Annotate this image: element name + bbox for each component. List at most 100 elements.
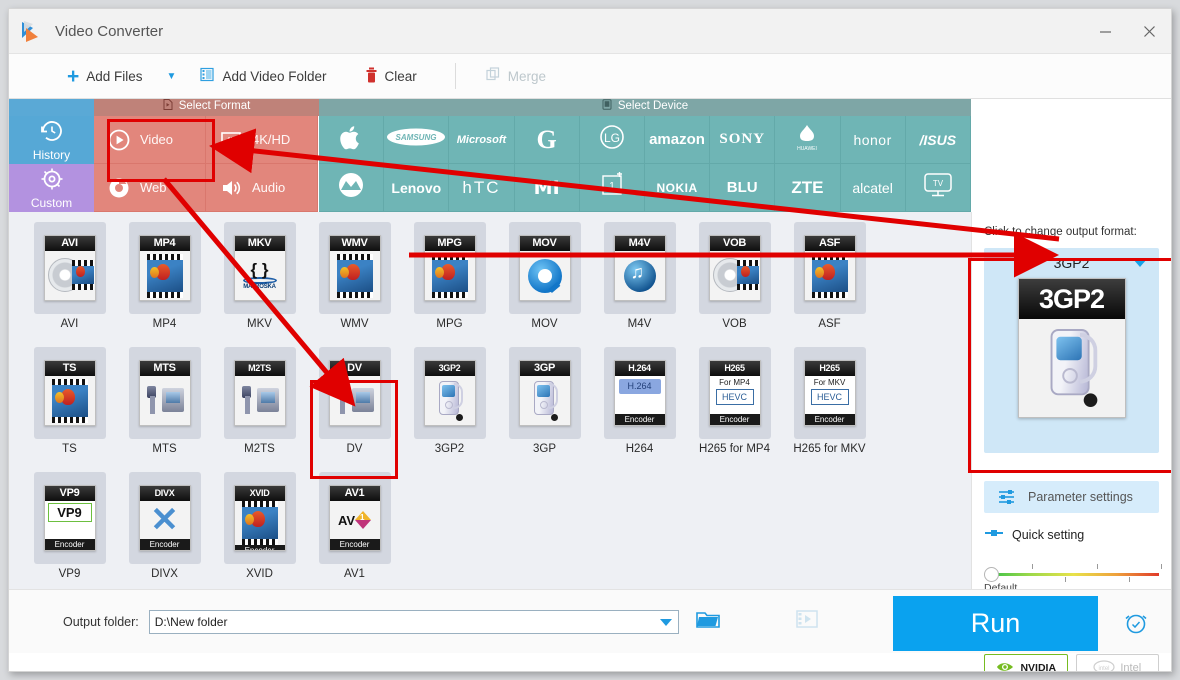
format-tile-3gp2[interactable]: 3GP2 3GP2 xyxy=(402,347,497,472)
clear-button[interactable]: Clear xyxy=(355,54,427,99)
output-folder-input[interactable]: D:\New folder xyxy=(148,609,679,634)
sidebar-item-history[interactable]: History xyxy=(9,116,94,164)
chevron-down-icon[interactable] xyxy=(659,618,672,626)
matroska-art: { } MATROŠKA xyxy=(242,259,277,290)
device-asus[interactable]: /ISUS xyxy=(905,116,971,164)
select-device-header: Select Device xyxy=(319,99,971,116)
run-button[interactable]: Run xyxy=(893,596,1098,651)
device-alcatel[interactable]: alcatel xyxy=(840,164,906,212)
format-tile-xvid[interactable]: XVID Encoder XVID xyxy=(212,472,307,589)
asus-logo: /ISUS xyxy=(919,131,957,148)
format-icon-body xyxy=(804,251,855,300)
intel-button[interactable]: intel Intel xyxy=(1075,654,1159,671)
format-icon-cap: M4V xyxy=(614,236,665,251)
format-tile-divx[interactable]: DIVX ✕ Encoder DIVX xyxy=(117,472,212,589)
minimize-button[interactable] xyxy=(1083,9,1127,54)
format-tile-h264[interactable]: H.264 H.264 Encoder H264 xyxy=(592,347,687,472)
format-tile-av1[interactable]: AV1 AV 1 Encoder AV1 xyxy=(307,472,402,589)
slider-track xyxy=(988,573,1159,576)
format-tile-label: XVID xyxy=(246,568,273,580)
format-icon-encoder: Encoder xyxy=(709,414,760,425)
chevron-down-icon: ▼ xyxy=(166,70,177,82)
sidebar-item-custom[interactable]: Custom xyxy=(9,164,94,212)
format-tile-ts[interactable]: TS TS xyxy=(22,347,117,472)
format-tile-dv[interactable]: DV DV xyxy=(307,347,402,472)
video-folder-icon xyxy=(200,67,215,85)
format-tile-vp9[interactable]: VP9 VP9 Encoder VP9 xyxy=(22,472,117,589)
media-info-button[interactable] xyxy=(796,609,818,634)
format-tile-avi[interactable]: AVI AVI xyxy=(22,222,117,347)
format-tile-m2ts[interactable]: M2TS M2TS xyxy=(212,347,307,472)
add-files-dropdown[interactable]: ▼ xyxy=(153,54,191,99)
format-icon-body xyxy=(424,376,475,425)
format-category-audio[interactable]: Audio xyxy=(206,164,318,212)
device-oneplus[interactable]: 1 xyxy=(579,164,645,212)
parameter-settings-button[interactable]: Parameter settings xyxy=(984,481,1159,513)
format-tile-frame: MOV xyxy=(508,222,581,314)
device-htc[interactable]: hTC xyxy=(449,164,515,212)
format-tile-frame: M4V xyxy=(603,222,676,314)
svg-text:SAMSUNG: SAMSUNG xyxy=(396,133,437,142)
format-tile-mp4[interactable]: MP4 MP4 xyxy=(117,222,212,347)
format-tile-label: MKV xyxy=(247,318,272,330)
av1-art: AV 1 xyxy=(338,511,372,529)
sidebar-item-history-label: History xyxy=(32,148,71,162)
device-xiaomi[interactable]: MI xyxy=(514,164,580,212)
format-tile-frame: MP4 xyxy=(128,222,201,314)
slider-knob[interactable] xyxy=(984,567,999,582)
device-zte[interactable]: ZTE xyxy=(775,164,841,212)
format-tile-mpg[interactable]: MPG MPG xyxy=(402,222,497,347)
chevron-down-icon[interactable] xyxy=(1133,259,1147,267)
format-tile-label: M4V xyxy=(627,318,652,330)
device-blu[interactable]: BLU xyxy=(710,164,776,212)
apple-icon xyxy=(340,126,362,153)
device-motorola[interactable] xyxy=(319,164,385,212)
format-category-4khd[interactable]: 4K 4K/HD xyxy=(206,116,318,164)
format-category-web[interactable]: Web xyxy=(94,164,206,212)
device-amazon[interactable]: amazon xyxy=(644,116,711,164)
device-lenovo[interactable]: Lenovo xyxy=(384,164,450,212)
format-tile-label: DV xyxy=(346,443,363,455)
format-tile-vob[interactable]: VOB VOB xyxy=(687,222,782,347)
format-icon: MPG xyxy=(423,235,476,301)
format-icon: VP9 VP9 Encoder xyxy=(43,485,96,551)
browse-folder-button[interactable] xyxy=(695,610,720,634)
format-tile-label: MOV xyxy=(531,318,558,330)
add-video-folder-button[interactable]: Add Video Folder xyxy=(190,54,336,99)
device-tv[interactable]: TV xyxy=(905,164,971,212)
format-tile-asf[interactable]: ASF ASF xyxy=(782,222,877,347)
svg-text:1: 1 xyxy=(609,181,615,192)
schedule-alarm-button[interactable] xyxy=(1123,610,1149,641)
film-strip-art xyxy=(431,253,468,298)
format-tile-h265-for-mp4[interactable]: H265 For MP4 HEVC Encoder H265 for MP4 xyxy=(687,347,782,472)
quick-setting-row[interactable]: Quick setting xyxy=(984,527,1159,542)
format-tile-mkv[interactable]: MKV { } MATROŠKA MKV xyxy=(212,222,307,347)
toolbar-divider xyxy=(454,63,456,89)
output-format-box[interactable]: 3GP2 3GP2 xyxy=(984,248,1159,453)
nvidia-button[interactable]: NVIDIA xyxy=(984,654,1068,671)
format-tile-3gp[interactable]: 3GP 3GP xyxy=(497,347,592,472)
device-lg[interactable]: LG xyxy=(579,116,645,164)
merge-button[interactable]: Merge xyxy=(476,54,556,99)
format-category-video-label: Video xyxy=(140,132,174,147)
device-google[interactable]: G xyxy=(514,116,580,164)
format-tile-wmv[interactable]: WMV WMV xyxy=(307,222,402,347)
close-icon[interactable] xyxy=(1127,9,1171,54)
device-huawei[interactable]: HUAWEI xyxy=(775,116,841,164)
device-microsoft[interactable]: Microsoft xyxy=(449,116,515,164)
device-nokia[interactable]: NOKIA xyxy=(644,164,711,212)
format-tile-mov[interactable]: MOV MOV xyxy=(497,222,592,347)
merge-icon xyxy=(486,67,501,85)
device-honor[interactable]: honor xyxy=(840,116,906,164)
format-tile-mts[interactable]: MTS MTS xyxy=(117,347,212,472)
sidebar-item-custom-label: Custom xyxy=(30,196,73,210)
device-sony[interactable]: SONY xyxy=(710,116,776,164)
device-apple[interactable] xyxy=(319,116,385,164)
format-tile-m4v[interactable]: M4V M4V xyxy=(592,222,687,347)
format-category-video[interactable]: Video xyxy=(94,116,206,164)
add-files-button[interactable]: + Add Files xyxy=(57,54,153,99)
format-tile-h265-for-mkv[interactable]: H265 For MKV HEVC Encoder H265 for MKV xyxy=(782,347,877,472)
film-strip-art xyxy=(241,501,278,545)
device-samsung[interactable]: SAMSUNG xyxy=(384,116,450,164)
format-icon-body xyxy=(234,376,285,425)
